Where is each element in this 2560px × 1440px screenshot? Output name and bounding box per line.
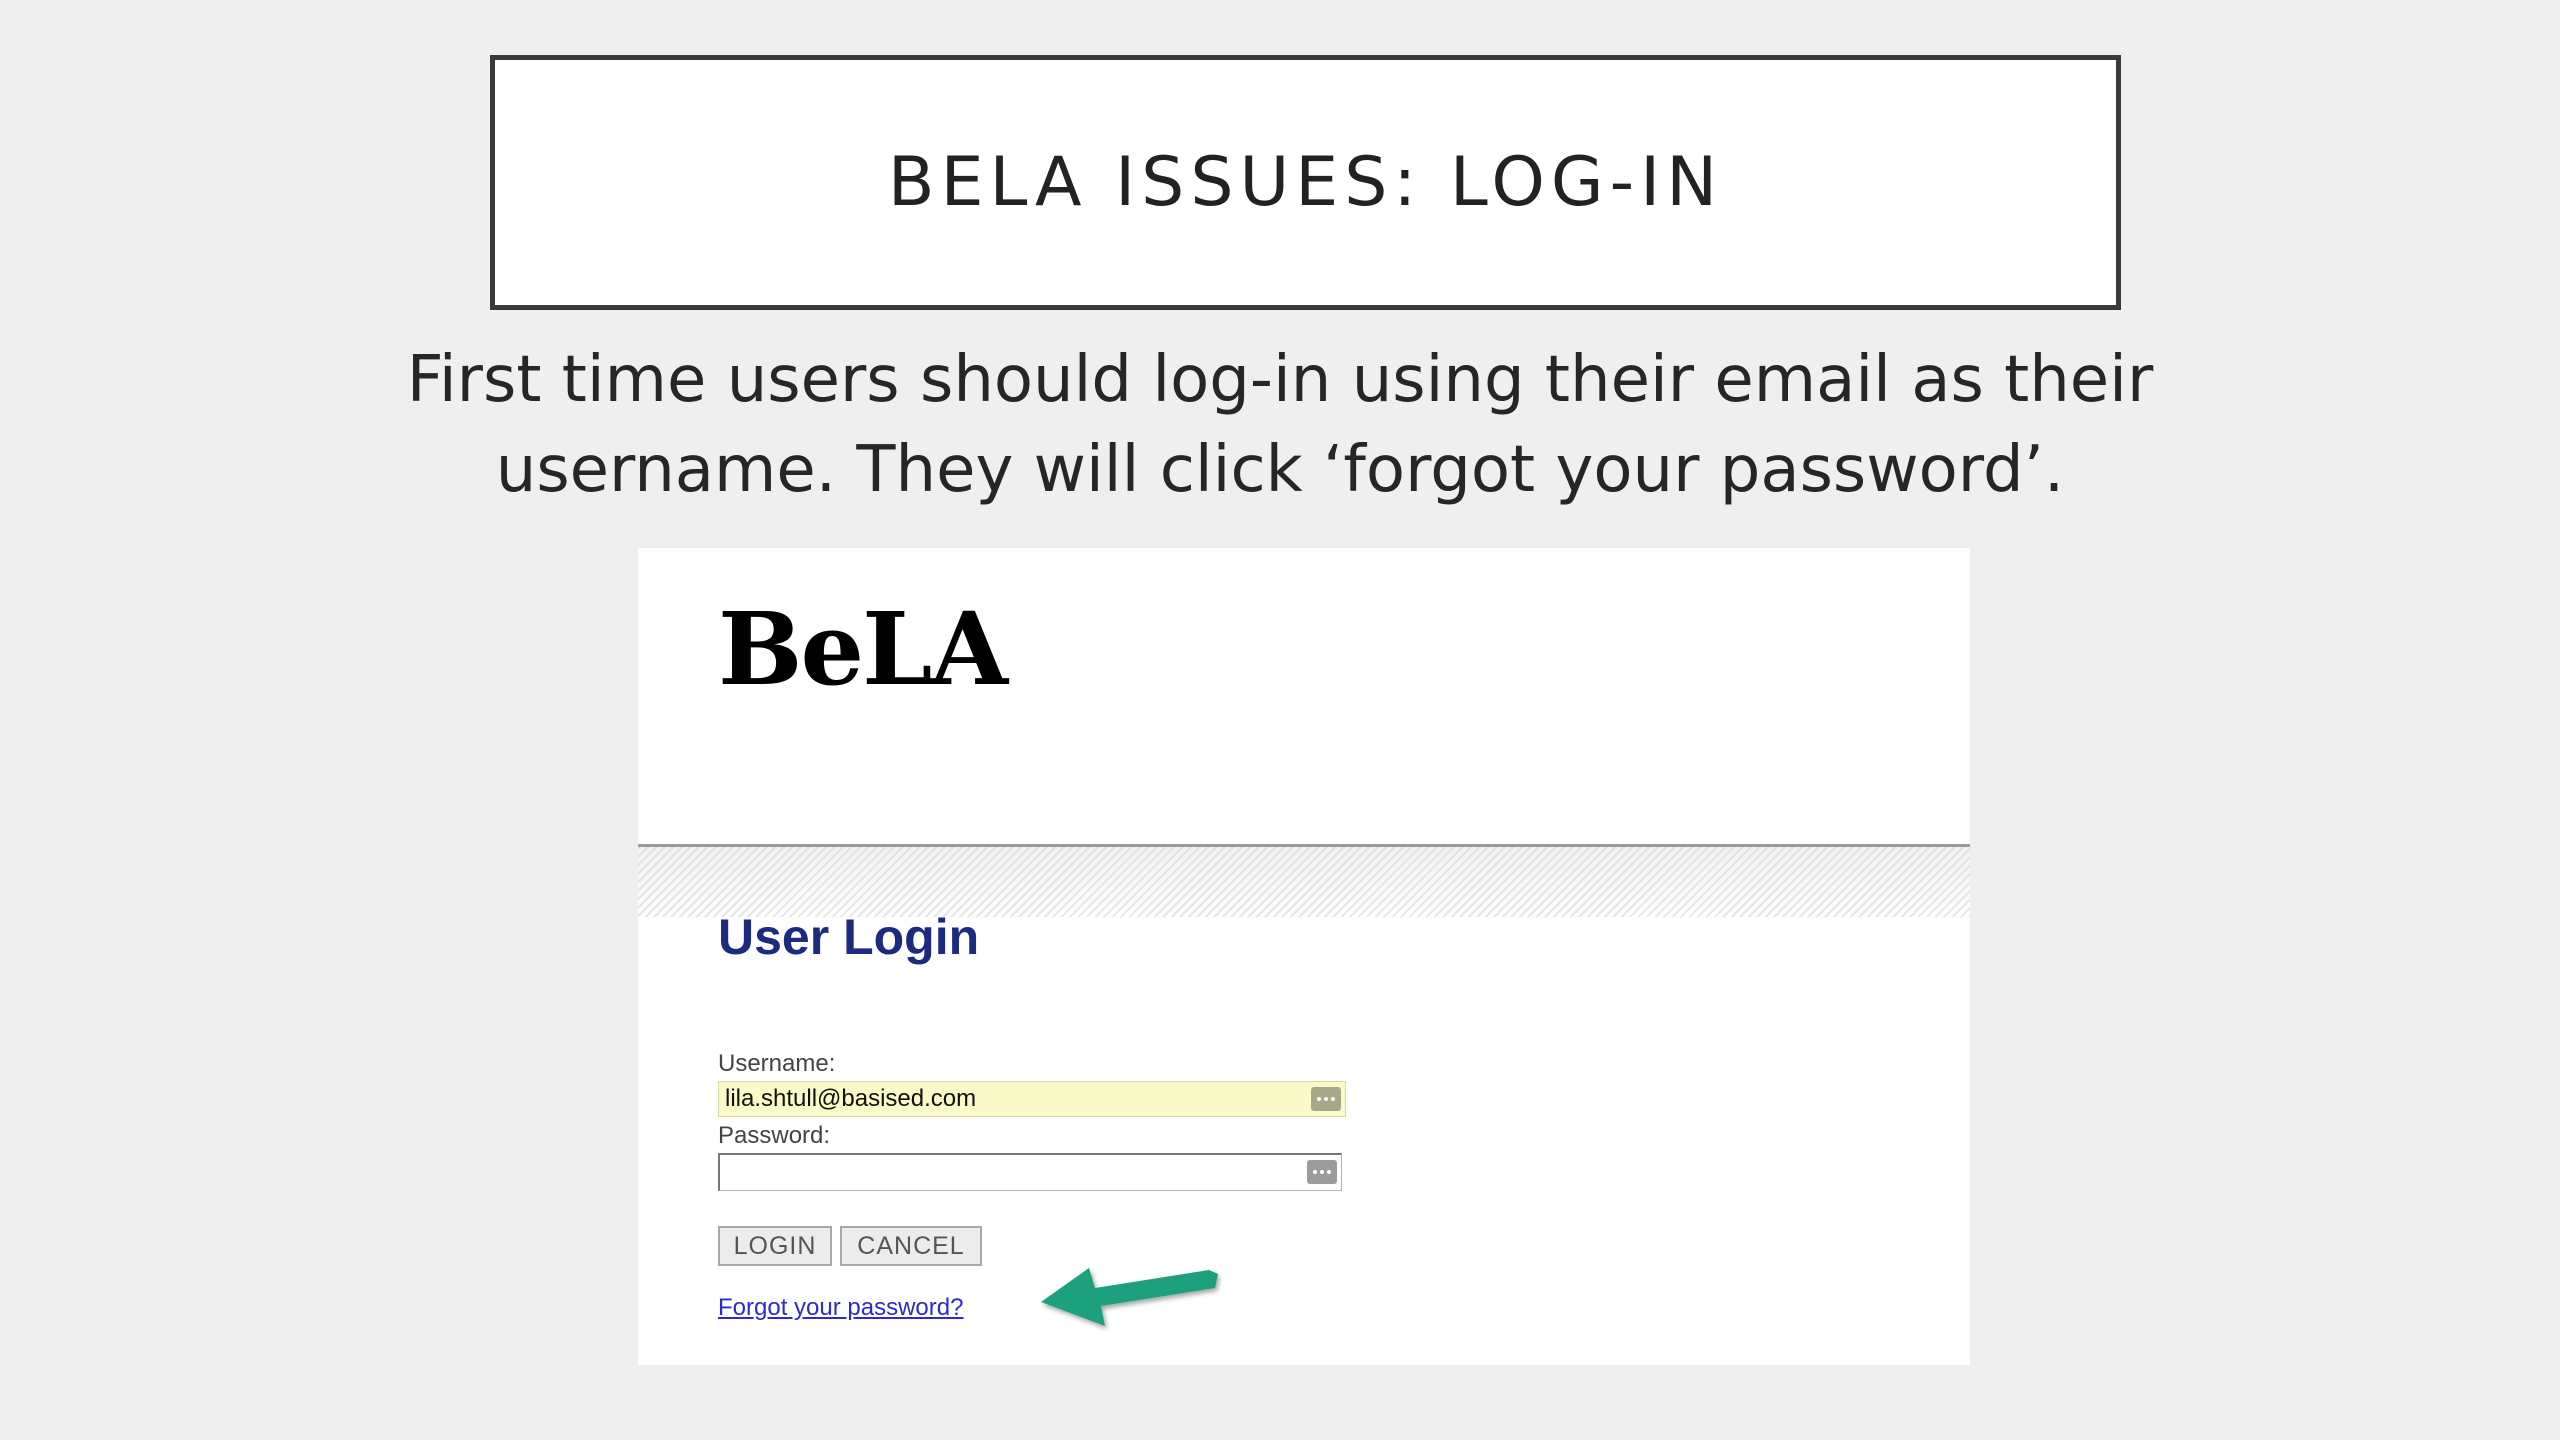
forgot-password-link[interactable]: Forgot your password? xyxy=(718,1294,963,1322)
login-button[interactable]: LOGIN xyxy=(718,1226,832,1266)
subtitle-line-1: First time users should log-in using the… xyxy=(406,343,2154,417)
hatch-band xyxy=(638,847,1970,917)
subtitle-line-2: username. They will click ‘forgot your p… xyxy=(495,433,2065,507)
user-login-heading: User Login xyxy=(718,909,980,965)
cancel-button[interactable]: CANCEL xyxy=(840,1226,982,1266)
slide: BELA ISSUES: LOG-IN First time users sho… xyxy=(0,0,2560,1440)
username-value: lila.shtull@basised.com xyxy=(725,1085,977,1112)
arrow-left-icon xyxy=(1041,1268,1218,1326)
ellipsis-icon[interactable] xyxy=(1307,1160,1337,1184)
title-box: BELA ISSUES: LOG-IN xyxy=(490,55,2121,310)
slide-subtitle: First time users should log-in using the… xyxy=(400,335,2160,515)
ellipsis-icon[interactable] xyxy=(1311,1087,1341,1111)
username-field[interactable]: lila.shtull@basised.com xyxy=(718,1081,1346,1117)
bela-logo: BeLA xyxy=(718,590,1008,708)
password-label: Password: xyxy=(718,1122,831,1149)
login-screenshot: BeLA User Login Username: lila.shtull@ba… xyxy=(638,548,1970,1365)
password-field[interactable] xyxy=(718,1153,1342,1191)
username-label: Username: xyxy=(718,1050,836,1077)
slide-title: BELA ISSUES: LOG-IN xyxy=(887,143,1724,222)
